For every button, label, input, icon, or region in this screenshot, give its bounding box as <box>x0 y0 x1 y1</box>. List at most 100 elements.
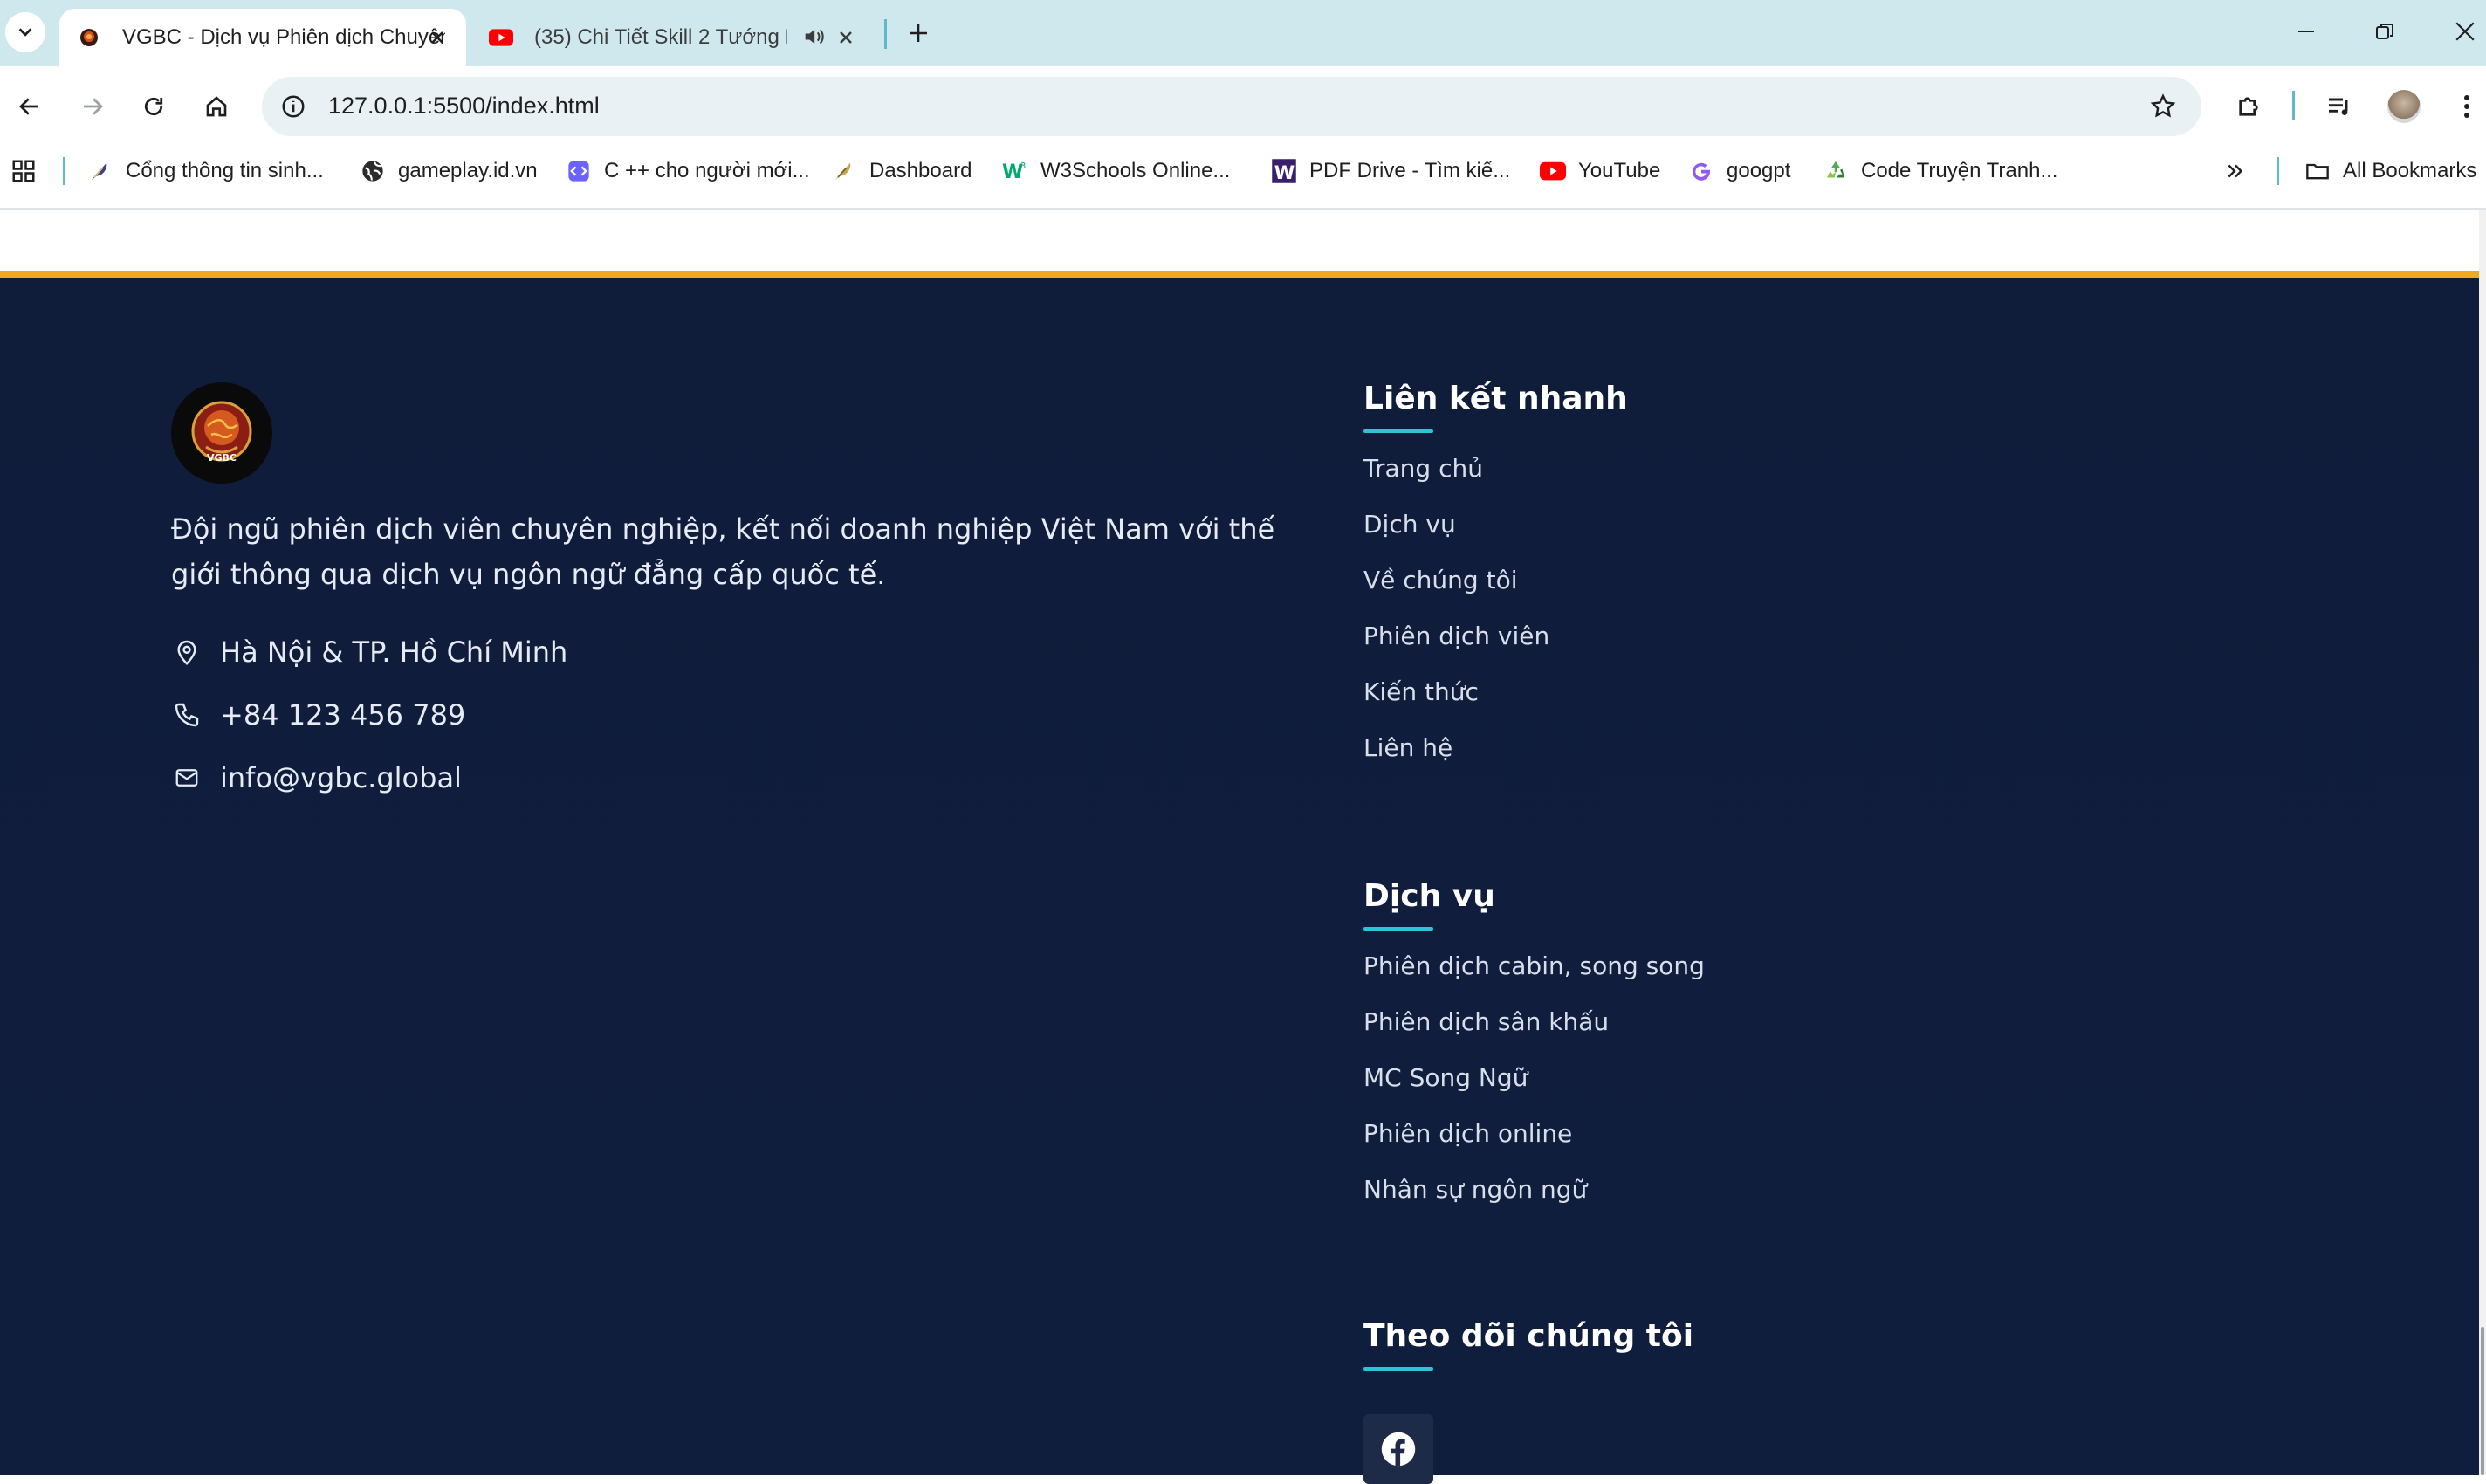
recycle-icon <box>1823 158 1849 184</box>
facebook-button[interactable] <box>1363 1414 1433 1484</box>
back-button[interactable] <box>9 86 51 127</box>
chevron-down-icon <box>18 28 32 37</box>
bookmark-item[interactable]: gameplay.id.vn <box>360 147 538 196</box>
footer-link-knowledge[interactable]: Kiến thức <box>1363 677 1479 706</box>
chrome-menu-button[interactable] <box>2446 86 2486 127</box>
playlist-icon <box>2329 98 2348 115</box>
forward-button[interactable] <box>72 86 113 127</box>
more-bookmarks-button[interactable] <box>2224 147 2247 196</box>
minimize-icon <box>2298 31 2314 32</box>
tab-title: (35) Chi Tiết Skill 2 Tướng Mới <box>534 25 787 49</box>
footer-link-home[interactable]: Trang chủ <box>1363 454 1483 483</box>
tab-vgbc[interactable]: VGBC - Dịch vụ Phiên dịch Chuyên <box>59 9 466 66</box>
bookmark-item[interactable]: googpt <box>1688 147 1790 196</box>
phone-text: +84 123 456 789 <box>220 698 466 732</box>
googpt-icon <box>1688 158 1714 184</box>
youtube-icon <box>489 25 513 50</box>
phone-icon <box>171 699 203 731</box>
folder-icon <box>2304 158 2331 184</box>
svg-text:W: W <box>1274 162 1295 184</box>
bookmark-item[interactable]: Code Truyện Tranh... <box>1823 147 2057 196</box>
bookmark-item[interactable]: W3 W3Schools Online... <box>1002 147 1230 196</box>
page-scrollbar[interactable] <box>2479 210 2486 1475</box>
bookmark-label: Cổng thông tin sinh... <box>126 159 324 182</box>
bookmark-item[interactable]: C ++ cho người mới... <box>566 147 810 196</box>
scrollbar-thumb[interactable] <box>2481 1327 2484 1475</box>
quick-links-heading: Liên kết nhanh <box>1363 381 1628 416</box>
double-chevron-right-icon <box>2228 164 2243 178</box>
profile-avatar[interactable] <box>2383 86 2425 127</box>
email-text: info@vgbc.global <box>220 761 462 794</box>
site-info-icon[interactable] <box>278 91 309 122</box>
footer-accent-line <box>0 271 2479 278</box>
bookmark-item[interactable]: YouTube <box>1540 147 1660 196</box>
footer-link-contact[interactable]: Liên hệ <box>1363 733 1452 762</box>
tab-separator <box>884 19 887 49</box>
speaker-icon[interactable] <box>801 24 828 51</box>
footer-service-staffing[interactable]: Nhân sự ngôn ngữ <box>1363 1175 1587 1204</box>
globe-icon <box>360 158 386 184</box>
logo-text: VGBC <box>207 452 237 464</box>
bookmark-item[interactable]: W PDF Drive - Tìm kiế... <box>1271 147 1510 196</box>
youtube-icon <box>1540 158 1566 184</box>
bookmark-item[interactable]: Dashboard <box>831 147 972 196</box>
address-text: Hà Nội & TP. Hồ Chí Minh <box>220 636 568 669</box>
bookmark-label: Code Truyện Tranh... <box>1861 159 2058 182</box>
tab-search-button[interactable] <box>5 12 45 52</box>
close-tab-icon[interactable] <box>833 24 859 51</box>
services-heading: Dịch vụ <box>1363 878 1495 914</box>
apps-button[interactable] <box>10 147 37 196</box>
bookmark-label: W3Schools Online... <box>1040 159 1231 182</box>
toolbar-separator <box>2292 91 2295 120</box>
url-text[interactable]: 127.0.0.1:5500/index.html <box>328 93 600 120</box>
page-header-area <box>0 210 2486 271</box>
footer-service-mc[interactable]: MC Song Ngữ <box>1363 1063 1528 1092</box>
svg-text:3: 3 <box>1020 161 1026 171</box>
facebook-icon <box>1381 1432 1416 1467</box>
address-bar[interactable]: 127.0.0.1:5500/index.html <box>262 77 2201 136</box>
restore-button[interactable] <box>2359 12 2411 51</box>
tab-strip: VGBC - Dịch vụ Phiên dịch Chuyên (35) Ch… <box>0 0 2486 66</box>
footer-link-about[interactable]: Về chúng tôi <box>1363 566 1517 594</box>
home-icon <box>206 96 227 117</box>
plus-icon <box>910 24 927 42</box>
footer-description: Đội ngũ phiên dịch viên chuyên nghiệp, k… <box>171 512 1275 591</box>
bookmark-star-icon[interactable] <box>2147 91 2179 122</box>
minimize-button[interactable] <box>2280 12 2332 51</box>
all-bookmarks-button[interactable]: All Bookmarks <box>2304 147 2476 196</box>
close-tab-icon[interactable] <box>424 24 450 51</box>
site-footer: VGBC Đội ngũ phiên dịch viên chuyên nghi… <box>0 278 2479 1484</box>
footer-service-stage[interactable]: Phiên dịch sân khấu <box>1363 1007 1609 1036</box>
vgbc-favicon-icon <box>77 25 101 50</box>
footer-link-interpreters[interactable]: Phiên dịch viên <box>1363 622 1549 650</box>
arrow-right-icon <box>84 98 103 115</box>
tab-youtube[interactable]: (35) Chi Tiết Skill 2 Tướng Mới <box>477 9 875 66</box>
contact-phone[interactable]: +84 123 456 789 <box>171 698 465 732</box>
heading-underline <box>1363 429 1433 433</box>
contact-address: Hà Nội & TP. Hồ Chí Minh <box>171 636 567 669</box>
media-control-button[interactable] <box>2318 86 2360 127</box>
w3schools-icon: W3 <box>1002 158 1028 184</box>
footer-service-online[interactable]: Phiên dịch online <box>1363 1119 1572 1148</box>
avatar <box>2387 90 2421 123</box>
bookmark-item[interactable]: Cổng thông tin sinh... <box>87 147 324 196</box>
extensions-button[interactable] <box>2228 86 2270 127</box>
quill-icon <box>87 158 113 184</box>
reload-button[interactable] <box>133 86 175 127</box>
bookmarks-separator <box>2277 157 2279 185</box>
close-window-button[interactable] <box>2439 12 2486 51</box>
footer-link-services[interactable]: Dịch vụ <box>1363 510 1456 539</box>
reload-icon <box>144 97 163 116</box>
contact-email[interactable]: info@vgbc.global <box>171 761 462 794</box>
bookmarks-separator <box>63 157 65 185</box>
bookmark-label: googpt <box>1727 159 1791 182</box>
footer-service-cabin[interactable]: Phiên dịch cabin, song song <box>1363 952 1705 980</box>
more-vertical-icon <box>2464 95 2469 118</box>
new-tab-button[interactable] <box>899 14 937 52</box>
vgbc-logo[interactable]: VGBC <box>171 382 272 484</box>
browser-toolbar: 127.0.0.1:5500/index.html <box>0 66 2486 147</box>
quill-icon <box>831 158 857 184</box>
heading-underline <box>1363 1367 1433 1371</box>
code-icon <box>566 158 592 184</box>
home-button[interactable] <box>196 86 237 127</box>
